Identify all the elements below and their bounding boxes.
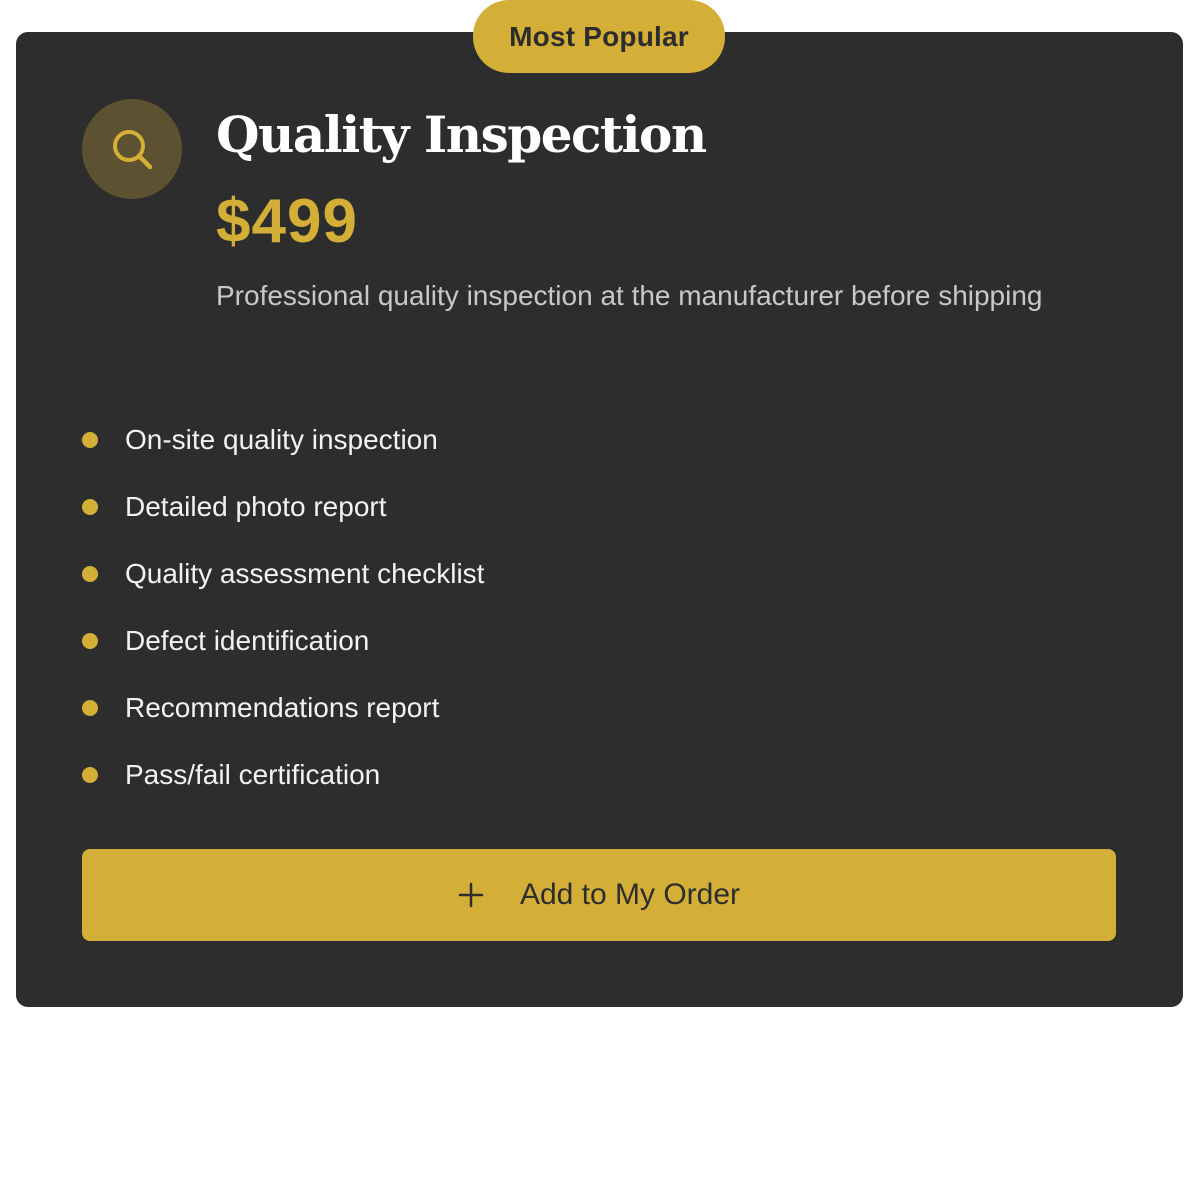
feature-label: Defect identification (125, 624, 370, 656)
card-title: Quality Inspection (216, 105, 707, 164)
feature-label: On-site quality inspection (125, 423, 438, 455)
feature-list: On-site quality inspection Detailed phot… (82, 406, 484, 808)
bullet-dot-icon (82, 565, 98, 582)
bullet-dot-icon (82, 632, 98, 649)
feature-item: Recommendations report (82, 674, 484, 741)
search-icon-glyph (113, 130, 153, 170)
feature-label: Pass/fail certification (125, 758, 381, 790)
price: $499 (216, 187, 358, 256)
plus-icon (458, 882, 484, 908)
feature-label: Detailed photo report (125, 490, 387, 522)
card-description: Professional quality inspection at the m… (216, 280, 1043, 311)
bullet-dot-icon (82, 766, 98, 783)
bullet-dot-icon (82, 498, 98, 515)
feature-item: Detailed photo report (82, 473, 484, 540)
add-to-order-label: Add to My Order (519, 878, 741, 911)
feature-item: Quality assessment checklist (82, 540, 484, 607)
add-to-order-button[interactable]: Add to My Order (82, 849, 1116, 941)
feature-label: Quality assessment checklist (125, 557, 485, 589)
pricing-card: Quality Inspection $499 Professional qua… (16, 32, 1183, 1007)
bullet-dot-icon (82, 431, 98, 448)
search-icon (82, 99, 182, 199)
feature-item: On-site quality inspection (82, 406, 484, 473)
feature-item: Pass/fail certification (82, 741, 484, 808)
feature-item: Defect identification (82, 607, 484, 674)
most-popular-badge: Most Popular (473, 0, 725, 73)
bullet-dot-icon (82, 699, 98, 716)
feature-label: Recommendations report (125, 691, 440, 723)
